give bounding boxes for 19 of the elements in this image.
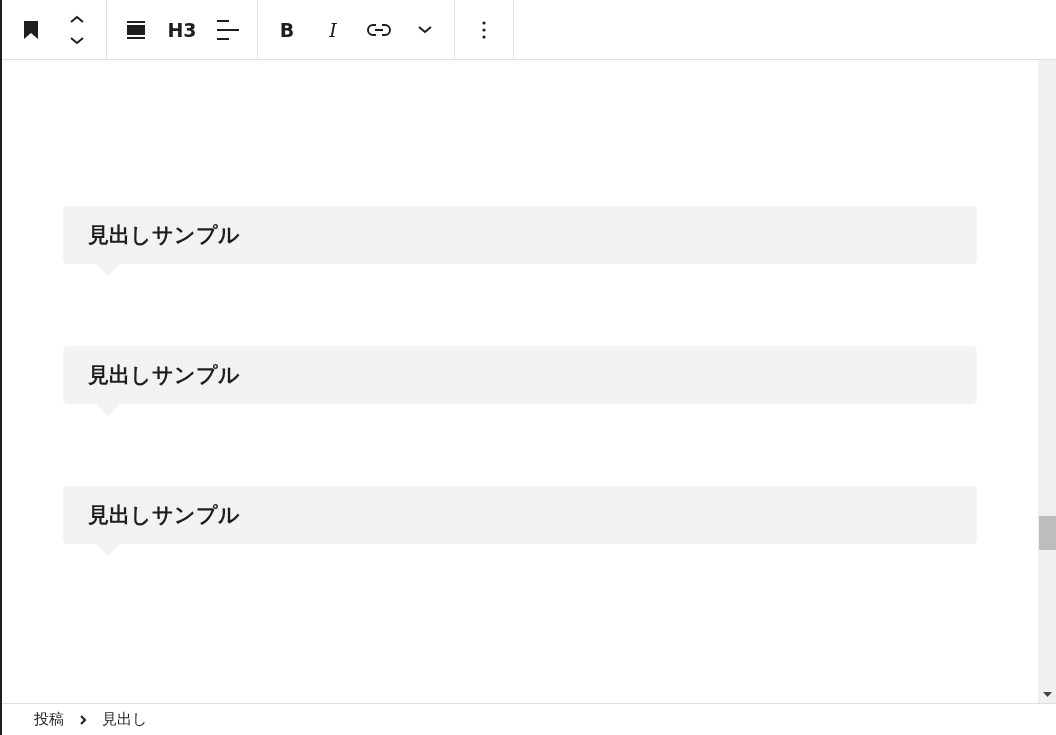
bold-button[interactable]: B <box>264 6 310 53</box>
heading-level-button[interactable]: H3 <box>159 6 205 53</box>
heading-block[interactable]: 見出しサンプル <box>63 346 977 404</box>
more-options-icon[interactable] <box>482 20 486 39</box>
heading-block[interactable]: 見出しサンプル <box>63 486 977 544</box>
breadcrumb-link[interactable]: 投稿 <box>34 710 64 729</box>
scrollbar-thumb[interactable] <box>1039 516 1056 550</box>
chevron-down-icon[interactable] <box>418 25 432 34</box>
bookmark-icon[interactable] <box>24 20 38 39</box>
breadcrumb-link[interactable]: 見出し <box>102 710 147 729</box>
heading-block[interactable]: 見出しサンプル <box>63 206 977 264</box>
align-left-icon[interactable] <box>217 19 239 40</box>
scroll-down-icon[interactable] <box>1042 692 1052 697</box>
link-icon[interactable] <box>367 22 391 37</box>
move-up-down-icon[interactable] <box>69 14 85 45</box>
scrollbar[interactable] <box>1038 60 1056 703</box>
wide-width-icon[interactable] <box>126 20 146 39</box>
italic-button[interactable]: I <box>310 6 356 53</box>
chevron-right-icon <box>80 714 86 725</box>
